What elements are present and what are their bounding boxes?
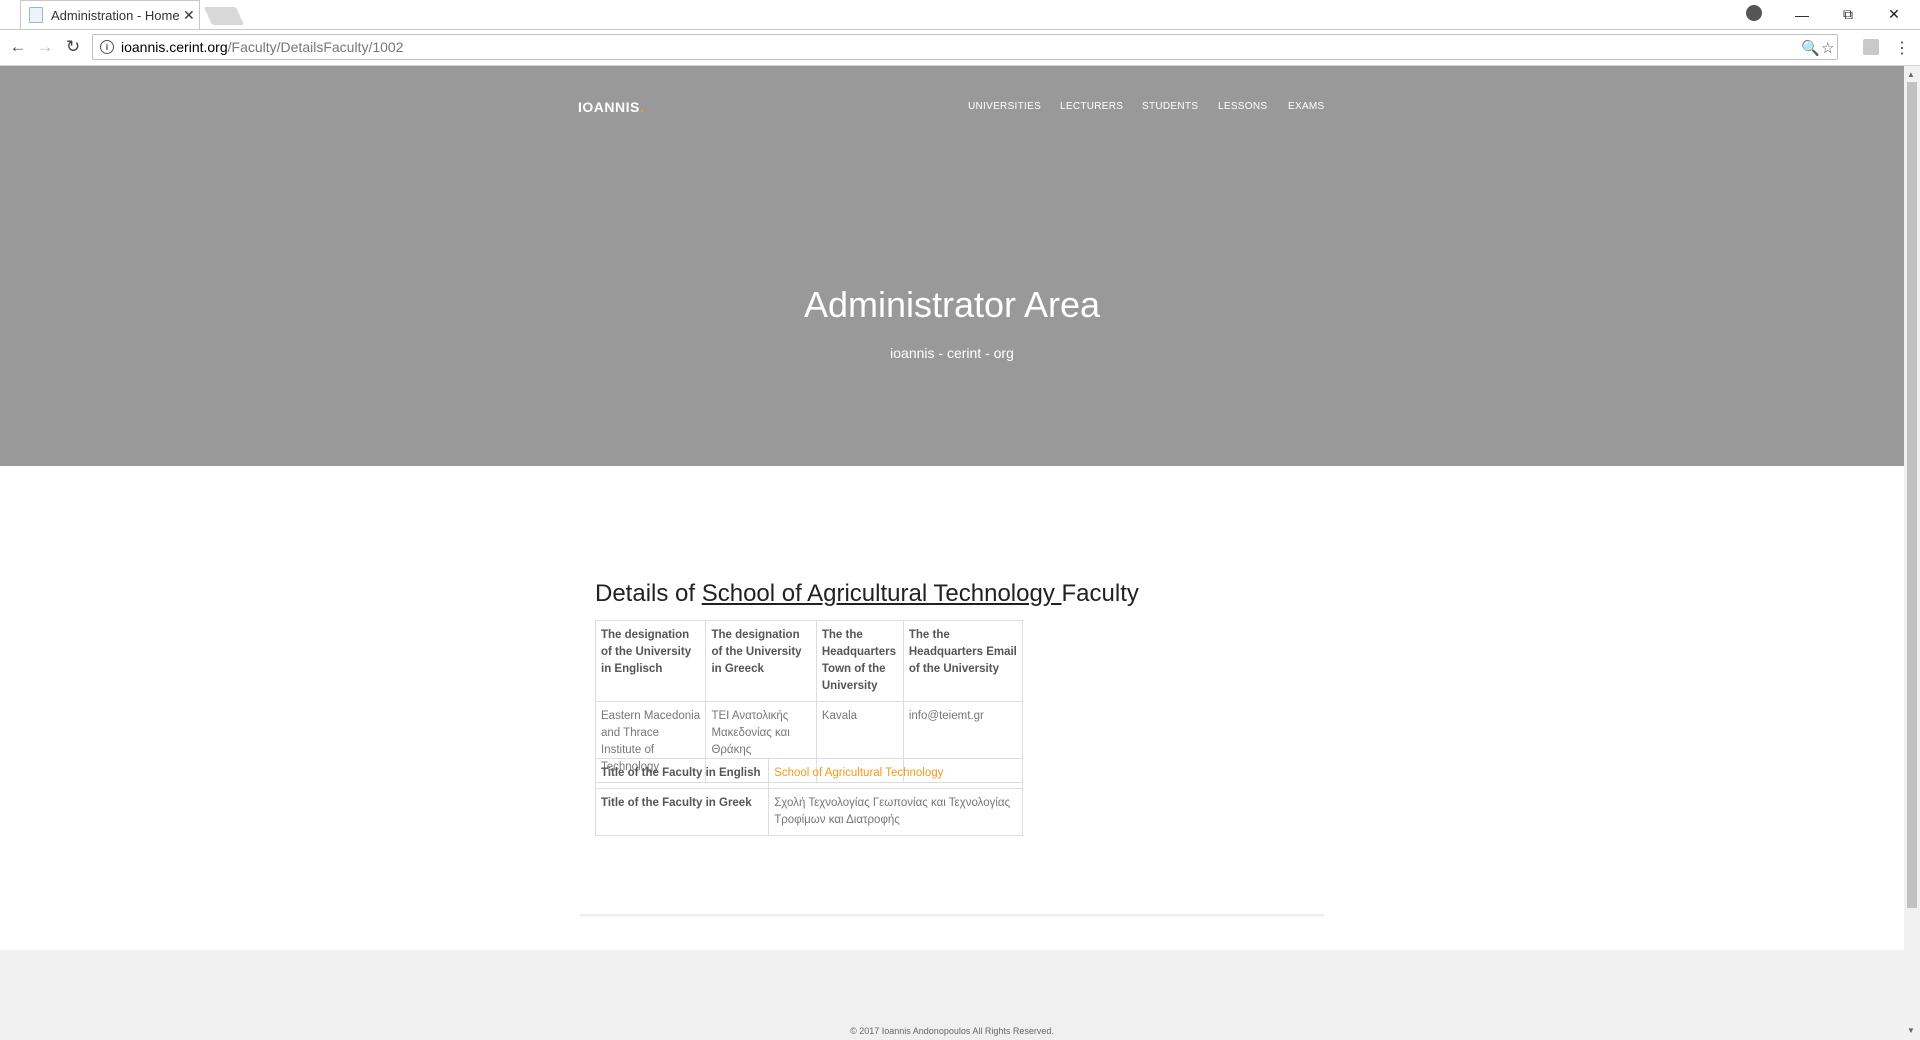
section-divider: [580, 914, 1324, 916]
extension-icon[interactable]: [1863, 39, 1879, 55]
browser-menu-icon[interactable]: ⋮: [1894, 38, 1910, 58]
heading-suffix: Faculty: [1061, 580, 1139, 607]
tab-title: Administration - Home -: [51, 7, 181, 23]
browser-toolbar: ← → ↻ i ioannis.cerint.org/Faculty/Detai…: [0, 30, 1920, 66]
hero-banner: IOANNIS. UNIVERSITIES LECTURERS STUDENTS…: [0, 66, 1904, 466]
column-header: The the Headquarters Town of the Univers…: [815, 620, 904, 702]
column-header: The designation of the University in Gre…: [705, 620, 817, 702]
nav-lessons[interactable]: LESSONS: [1218, 101, 1267, 112]
copyright-text: © 2017 Ioannis Andonopoulos All Rights R…: [850, 1026, 1054, 1036]
url-host: ioannis.cerint.org: [121, 39, 228, 55]
scroll-up-icon[interactable]: ▲: [1907, 70, 1915, 79]
nav-exams[interactable]: EXAMS: [1288, 101, 1325, 112]
details-heading: Details of School of Agricultural Techno…: [595, 580, 1139, 608]
page-scrollbar[interactable]: ▲ ▼: [1904, 66, 1920, 1040]
row-label: Title of the Faculty in English: [594, 758, 770, 789]
page-favicon-icon: [29, 7, 43, 23]
browser-tab[interactable]: Administration - Home - ✕: [20, 0, 200, 29]
row-label: Title of the Faculty in Greek: [594, 788, 770, 836]
back-icon[interactable]: ←: [6, 35, 30, 59]
window-close-icon[interactable]: ✕: [1872, 0, 1916, 29]
nav-lecturers[interactable]: LECTURERS: [1060, 101, 1123, 112]
nav-universities[interactable]: UNIVERSITIES: [968, 101, 1041, 112]
tab-close-icon[interactable]: ✕: [183, 7, 195, 24]
faculty-title-english: School of Agricultural Technology: [768, 758, 1023, 789]
main-content: Details of School of Agricultural Techno…: [0, 466, 1904, 1016]
zoom-icon[interactable]: 🔍: [1801, 35, 1820, 61]
restore-icon[interactable]: ⧉: [1826, 0, 1870, 29]
site-logo[interactable]: IOANNIS.: [578, 99, 644, 115]
nav-students[interactable]: STUDENTS: [1142, 101, 1198, 112]
heading-prefix: Details of: [595, 580, 702, 607]
address-bar[interactable]: i ioannis.cerint.org/Faculty/DetailsFacu…: [92, 34, 1838, 60]
column-header: The the Headquarters Email of the Univer…: [902, 620, 1024, 702]
table-row: Title of the Faculty in Greek Σχολή Τεχν…: [594, 788, 1023, 836]
page-viewport: IOANNIS. UNIVERSITIES LECTURERS STUDENTS…: [0, 66, 1904, 1040]
page-subtitle: ioannis - cerint - org: [890, 345, 1014, 361]
faculty-title-greek: Σχολή Τεχνολογίας Γεωπονίας και Τεχνολογ…: [768, 788, 1023, 836]
new-tab-button[interactable]: [203, 7, 245, 25]
url-path: /Faculty/DetailsFaculty/1002: [227, 39, 404, 55]
logo-text: IOANNIS: [578, 99, 640, 115]
browser-tabbar: Administration - Home - ✕ — ⧉ ✕: [0, 0, 1920, 30]
forward-icon[interactable]: →: [33, 35, 57, 59]
column-header: The designation of the University in Eng…: [594, 620, 707, 702]
minimize-icon[interactable]: —: [1780, 0, 1824, 29]
site-info-icon[interactable]: i: [100, 40, 114, 54]
logo-dot: .: [639, 99, 645, 115]
bookmark-star-icon[interactable]: ☆: [1821, 35, 1834, 61]
reload-icon[interactable]: ↻: [61, 35, 85, 59]
scroll-down-icon[interactable]: ▼: [1907, 1026, 1915, 1035]
faculty-table: Title of the Faculty in English School o…: [594, 758, 1023, 836]
page-title: Administrator Area: [803, 284, 1101, 325]
table-header-row: The designation of the University in Eng…: [594, 620, 1024, 702]
table-row: Title of the Faculty in English School o…: [594, 758, 1023, 789]
page-footer: © 2017 Ioannis Andonopoulos All Rights R…: [0, 950, 1904, 1040]
faculty-link[interactable]: School of Agricultural Technology: [702, 580, 1062, 607]
profile-icon[interactable]: [1746, 5, 1762, 21]
scrollbar-thumb[interactable]: [1907, 82, 1917, 908]
